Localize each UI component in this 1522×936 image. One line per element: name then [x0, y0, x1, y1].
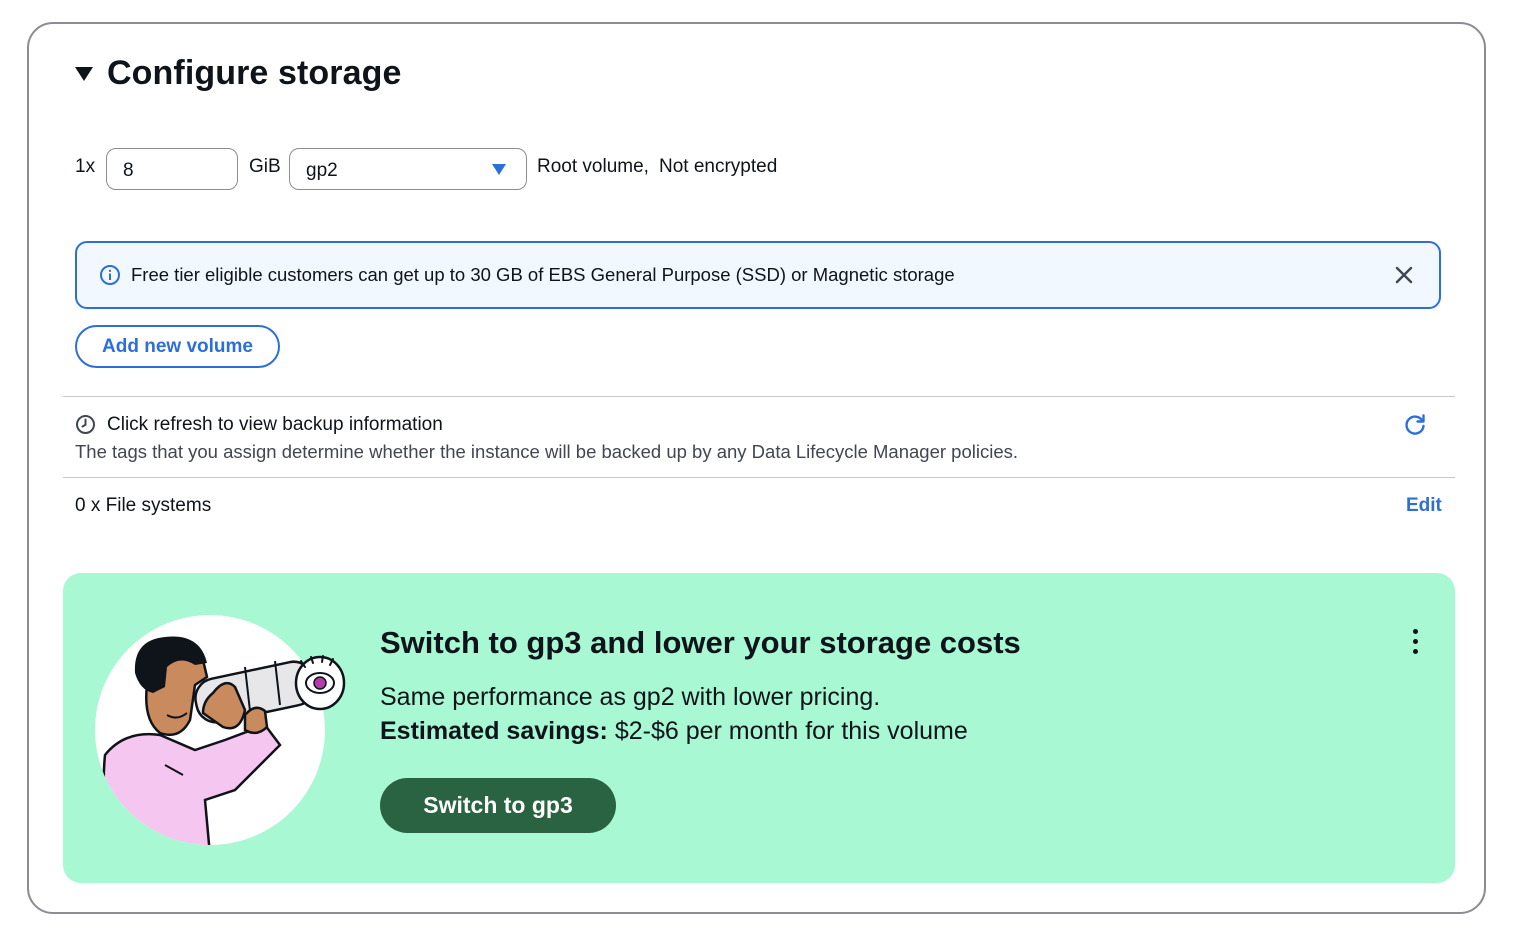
switch-to-gp3-button[interactable]: Switch to gp3 — [380, 778, 616, 833]
backup-title: Click refresh to view backup information — [107, 414, 443, 435]
divider — [63, 477, 1455, 478]
section-title: Configure storage — [107, 54, 402, 92]
savings-label: Estimated savings: — [380, 717, 608, 745]
file-systems-label: 0 x File systems — [75, 495, 212, 516]
encryption-label: Not encrypted — [659, 156, 778, 177]
add-new-volume-label: Add new volume — [102, 335, 253, 357]
volume-size-value: 8 — [123, 160, 134, 181]
promo-title: Switch to gp3 and lower your storage cos… — [380, 625, 1021, 660]
edit-file-systems-link[interactable]: Edit — [1406, 495, 1442, 517]
caret-down-icon[interactable] — [75, 66, 93, 81]
root-volume-label: Root volume, — [537, 156, 649, 177]
divider — [63, 396, 1455, 397]
gp3-promo-banner: Switch to gp3 and lower your storage cos… — [63, 573, 1455, 883]
configure-storage-panel: Configure storage 1x 8 GiB gp2 Root volu… — [27, 22, 1486, 914]
backup-description: The tags that you assign determine wheth… — [75, 441, 1019, 462]
section-header[interactable]: Configure storage — [75, 54, 402, 93]
volume-count-label: 1x — [75, 156, 96, 177]
volume-type-value: gp2 — [306, 160, 338, 181]
switch-to-gp3-label: Switch to gp3 — [423, 792, 573, 818]
alert-text: Free tier eligible customers can get up … — [131, 264, 955, 285]
add-new-volume-button[interactable]: Add new volume — [75, 325, 280, 368]
volume-type-select[interactable]: gp2 — [289, 148, 527, 190]
close-icon[interactable] — [1393, 264, 1415, 286]
promo-savings: Estimated savings: $2-$6 per month for t… — [380, 717, 968, 746]
free-tier-alert: Free tier eligible customers can get up … — [75, 241, 1441, 309]
promo-description: Same performance as gp2 with lower prici… — [380, 683, 881, 711]
volume-size-input[interactable]: 8 — [106, 148, 238, 190]
refresh-icon[interactable] — [1402, 412, 1428, 438]
caret-down-icon — [492, 164, 506, 175]
telescope-illustration — [95, 615, 346, 845]
volume-unit-label: GiB — [249, 156, 281, 177]
savings-value: $2-$6 per month for this volume — [614, 717, 968, 745]
clock-icon — [76, 415, 95, 434]
more-options-icon[interactable] — [1411, 629, 1419, 657]
info-icon — [100, 265, 120, 285]
